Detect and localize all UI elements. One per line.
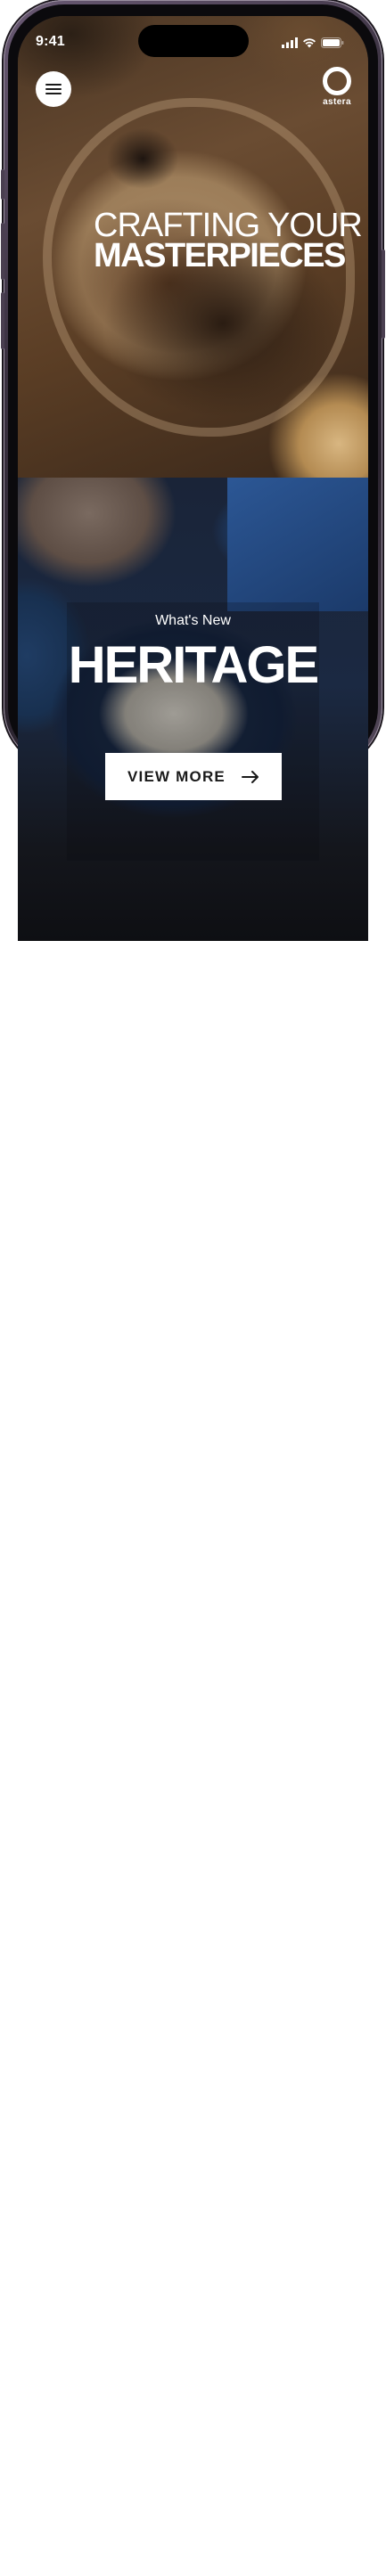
- hero-title-line2: MASTERPIECES: [94, 237, 346, 274]
- brand-logo[interactable]: astera: [319, 67, 355, 107]
- menu-button[interactable]: [36, 71, 71, 107]
- feature-title: HERITAGE: [68, 636, 319, 694]
- app-screen: [18, 16, 368, 941]
- status-icons: [282, 37, 344, 49]
- view-more-button[interactable]: VIEW MORE: [105, 753, 282, 800]
- action-button: [1, 169, 4, 200]
- hero-title: CRAFTING YOUR MASTERPIECES: [94, 207, 363, 274]
- cellular-signal-icon: [282, 37, 298, 48]
- volume-up-button: [1, 223, 4, 280]
- blue-tray: [227, 478, 368, 611]
- volume-down-button: [1, 292, 4, 349]
- hamburger-icon: [45, 84, 62, 94]
- battery-icon: [321, 37, 344, 48]
- arrow-right-icon: [241, 770, 259, 783]
- logo-text: astera: [323, 97, 351, 107]
- feature-subtitle: What's New: [155, 613, 231, 628]
- view-more-label: VIEW MORE: [127, 767, 226, 785]
- power-button: [382, 249, 385, 339]
- wifi-icon: [303, 38, 316, 48]
- ring-logo-icon: [323, 67, 351, 95]
- dynamic-island: [138, 25, 249, 57]
- hero-title-line1: CRAFTING YOUR: [94, 207, 363, 244]
- feature-image-blue-tableware: [18, 478, 368, 941]
- status-time: 9:41: [36, 34, 65, 49]
